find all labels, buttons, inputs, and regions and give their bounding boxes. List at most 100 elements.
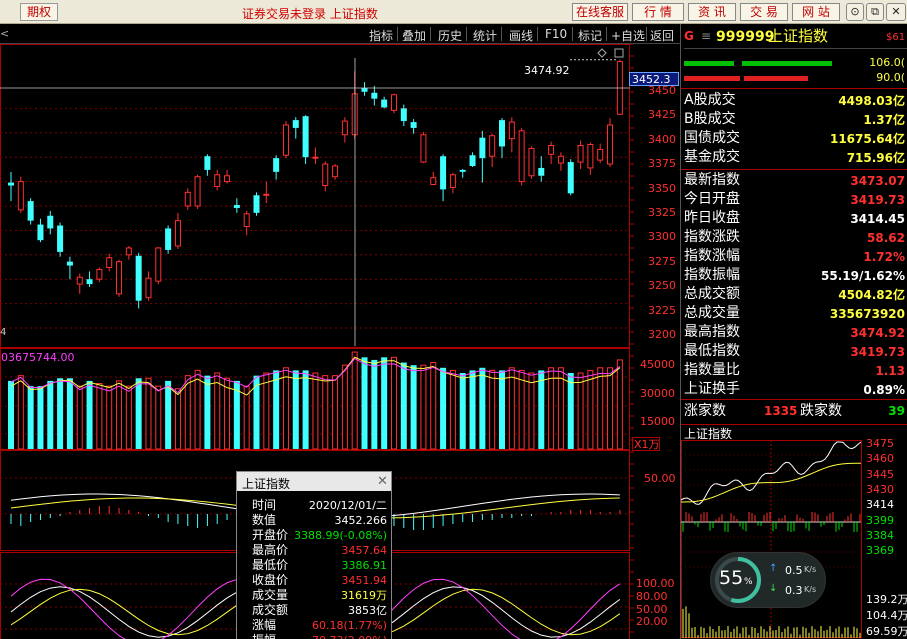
candle-body <box>96 268 103 280</box>
candle-body <box>449 174 456 188</box>
volume-bar <box>8 380 14 449</box>
tooltip-row-label: 时间 <box>252 498 277 512</box>
candle-body <box>390 94 397 111</box>
volume-bar <box>66 378 73 449</box>
square-icon <box>614 48 624 58</box>
tooltip-row-label: 最高价 <box>252 543 289 557</box>
volume-bar <box>86 380 93 449</box>
volume-bar <box>607 367 614 450</box>
volume-bar <box>47 380 54 449</box>
candle-body <box>37 224 44 241</box>
divider <box>684 48 907 49</box>
volume-bar <box>459 373 466 449</box>
info-row-label: 国债成交 <box>684 130 740 146</box>
toolbar-mark[interactable]: 标记 <box>578 27 602 44</box>
candle-body <box>17 181 24 211</box>
volume-bar <box>27 386 34 449</box>
volume-unit-label: X1万 <box>632 437 660 451</box>
price-axis-tick: 3375 <box>648 157 676 171</box>
volume-bar <box>135 378 142 449</box>
volume-bar <box>76 385 83 450</box>
divider <box>681 399 907 400</box>
volume-bar <box>351 351 358 450</box>
volume-bar <box>322 375 329 450</box>
info-row-label: 指数涨跌 <box>684 229 740 245</box>
dropdown-icon[interactable]: ⊙ <box>846 3 864 21</box>
info-row-label: 最低指数 <box>684 343 740 359</box>
left-tick-label: 4 <box>0 327 7 338</box>
volume-bar <box>587 369 594 450</box>
volume-bar <box>577 372 584 450</box>
toolbar-draw-line[interactable]: 画线 <box>509 27 533 44</box>
candle-body <box>233 205 240 208</box>
candle-body <box>302 116 309 158</box>
scroll-left-icon[interactable]: < <box>0 28 9 39</box>
candle-body <box>332 165 339 178</box>
candle-body <box>420 134 427 163</box>
info-row-value: 11675.64亿 <box>829 132 905 146</box>
info-row-label: 基金成交 <box>684 149 740 165</box>
toolbar-back[interactable]: 返回 <box>650 27 674 44</box>
volume-bar <box>381 357 388 449</box>
kdj-axis-tick: 50.00 <box>636 602 668 616</box>
volume-bar <box>282 367 289 450</box>
volume-bar <box>214 372 221 450</box>
volume-bar <box>37 386 44 449</box>
restore-icon[interactable]: ⧉ <box>866 3 884 21</box>
tooltip-row-value: 31619万 <box>341 589 387 602</box>
online-service-button[interactable]: 在线客服 <box>572 3 628 21</box>
volume-bar <box>597 367 604 450</box>
candle-body <box>86 279 93 285</box>
mini-chart-tick: 3445 <box>866 467 894 481</box>
toolbar-separator <box>646 27 647 41</box>
volume-bar <box>253 375 260 449</box>
volume-bar <box>361 357 368 449</box>
volume-bar <box>116 380 123 450</box>
info-row-label: 今日开盘 <box>684 191 740 207</box>
candle-body <box>548 144 555 155</box>
toolbar-history[interactable]: 历史 <box>438 27 462 44</box>
tooltip-row-label: 收盘价 <box>252 573 289 587</box>
toolbar-f10[interactable]: F10 <box>545 27 567 41</box>
close-icon[interactable]: ✕ <box>886 3 906 21</box>
candle-body <box>224 175 231 183</box>
price-axis-tick: 3450 <box>648 84 676 97</box>
toolbar-add-favorite[interactable]: +自选 <box>611 27 645 44</box>
toolbar-indicator[interactable]: 指标 <box>369 27 393 44</box>
volume-bar <box>528 372 535 450</box>
toolbar-separator <box>537 27 538 41</box>
stock-terminal-window: 期权 证券交易未登录 上证指数 在线客服 行 情 资 讯 交 易 网 站 ⊙ ⧉… <box>0 0 907 639</box>
price-axis-tick: 3275 <box>648 254 676 268</box>
volume-axis-tick: 15000 <box>640 415 675 428</box>
candle-body <box>145 277 152 299</box>
buy-bar-value: 106.0( <box>869 56 905 69</box>
website-button[interactable]: 网 站 <box>792 3 840 21</box>
options-tab[interactable]: 期权 <box>20 3 58 21</box>
volume-bar <box>518 369 525 450</box>
candle-body <box>57 225 64 252</box>
toolbar-separator <box>572 27 573 41</box>
candle-body <box>243 213 250 227</box>
candle-body <box>557 155 564 164</box>
cpu-percent: 55 <box>719 567 744 589</box>
info-row-value: 3414.45 <box>850 212 905 226</box>
mini-chart-tick: 3384 <box>866 528 894 542</box>
candle-body <box>125 247 132 256</box>
volume-bar <box>106 385 113 450</box>
tooltip-row-label: 成交额 <box>252 603 289 617</box>
stock-code: 999999 <box>716 29 775 45</box>
chart-toolbar: < 指标 叠加 历史 统计 画线 F10 标记 +自选 返回 <box>0 24 680 44</box>
menu-icon[interactable]: ≡ <box>701 30 711 42</box>
tooltip-close-icon[interactable]: ✕ <box>377 475 388 488</box>
news-button[interactable]: 资 讯 <box>688 3 736 21</box>
trade-button[interactable]: 交 易 <box>740 3 788 21</box>
toolbar-statistics[interactable]: 统计 <box>473 27 497 44</box>
info-row-value: 3419.73 <box>850 193 905 207</box>
candle-body <box>322 163 329 187</box>
quotes-button[interactable]: 行 情 <box>632 3 684 21</box>
price-axis-tick: 3400 <box>648 132 676 146</box>
download-arrow-icon: ↓ <box>769 583 778 594</box>
volume-bar <box>410 365 417 449</box>
volume-bar <box>400 362 407 449</box>
toolbar-overlay[interactable]: 叠加 <box>402 27 426 44</box>
